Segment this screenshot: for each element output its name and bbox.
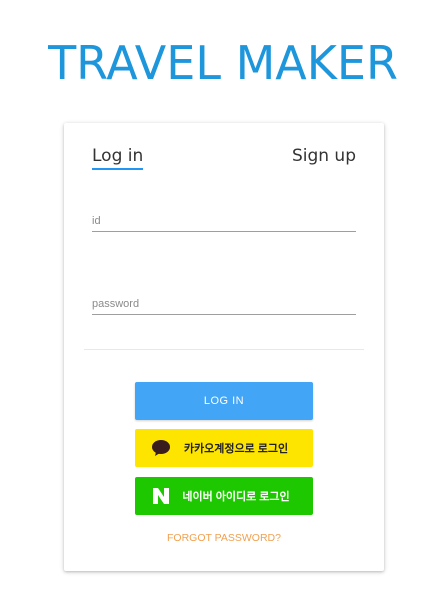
kakao-login-button[interactable]: 카카오계정으로 로그인	[135, 429, 313, 467]
naver-login-button[interactable]: 네이버 아이디로 로그인	[135, 477, 313, 515]
naver-login-label: 네이버 아이디로 로그인	[182, 491, 290, 503]
auth-tabs: Log in Sign up	[92, 145, 356, 175]
forgot-password-link[interactable]: FORGOT PASSWORD?	[64, 532, 384, 544]
divider	[84, 349, 364, 350]
speech-bubble-icon	[151, 439, 171, 457]
login-card: Log in Sign up LOG IN 카카오계정으로 로그인	[64, 123, 384, 571]
tab-login[interactable]: Log in	[92, 145, 144, 170]
id-field	[92, 203, 356, 232]
login-button-label: LOG IN	[203, 395, 245, 407]
tab-signup[interactable]: Sign up	[292, 145, 356, 167]
naver-n-icon	[151, 487, 171, 505]
kakao-login-label: 카카오계정으로 로그인	[183, 443, 289, 455]
login-page: TRAVEL MAKER Log in Sign up LOG IN 카카오계정…	[0, 0, 446, 614]
password-field	[92, 286, 356, 315]
app-title: TRAVEL MAKER	[48, 36, 398, 90]
password-input[interactable]	[92, 298, 356, 310]
id-input[interactable]	[92, 215, 356, 227]
login-button[interactable]: LOG IN	[135, 382, 313, 420]
